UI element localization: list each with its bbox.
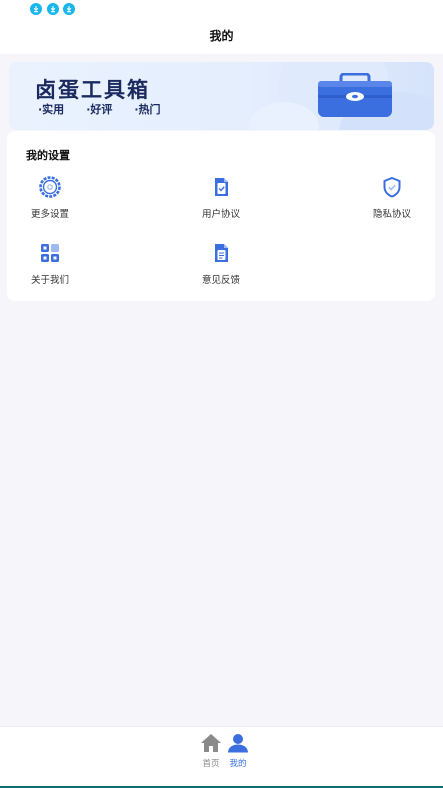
tab-mine[interactable]: 我的 — [226, 733, 250, 777]
banner-tag: ·热门 — [134, 103, 161, 116]
banner[interactable]: 卤蛋工具箱 ·实用 ·好评 ·热门 — [9, 62, 434, 130]
banner-tag: ·实用 — [38, 103, 65, 116]
toolbox-icon — [318, 73, 392, 117]
download-icon — [63, 3, 75, 15]
tab-mine-label: 我的 — [229, 759, 247, 769]
grid-apps-icon — [41, 244, 59, 262]
user-agreement-label: 用户协议 — [201, 209, 240, 220]
feedback-button[interactable]: 意见反馈 — [181, 242, 261, 292]
page-title: 我的 — [209, 29, 234, 43]
bottom-tab-bar: 首页 我的 — [0, 726, 443, 787]
status-bar — [0, 0, 443, 20]
page-header: 我的 — [0, 20, 443, 54]
user-icon — [228, 734, 248, 753]
banner-tag: ·好评 — [86, 103, 113, 116]
settings-section-title: 我的设置 — [26, 149, 70, 162]
about-us-button[interactable]: 关于我们 — [10, 242, 90, 292]
settings-card: 我的设置 更多设置 用户协议 隐私协议 关于我们 意见反馈 — [7, 131, 435, 301]
banner-tags: ·实用 ·好评 ·热门 — [38, 101, 183, 117]
about-us-label: 关于我们 — [30, 275, 69, 286]
feedback-document-icon — [215, 244, 228, 262]
privacy-agreement-button[interactable]: 隐私协议 — [352, 176, 432, 226]
privacy-agreement-label: 隐私协议 — [372, 209, 411, 220]
feedback-label: 意见反馈 — [201, 275, 240, 286]
tab-home[interactable]: 首页 — [199, 733, 223, 777]
banner-title: 卤蛋工具箱 — [35, 78, 150, 102]
user-agreement-button[interactable]: 用户协议 — [181, 176, 261, 226]
more-settings-label: 更多设置 — [30, 209, 69, 220]
more-settings-button[interactable]: 更多设置 — [10, 176, 90, 226]
home-icon — [201, 734, 221, 752]
settings-gear-icon — [39, 176, 61, 198]
shield-check-icon — [383, 176, 401, 198]
download-icon — [30, 3, 42, 15]
download-icon — [47, 3, 59, 15]
document-check-icon — [215, 178, 228, 196]
